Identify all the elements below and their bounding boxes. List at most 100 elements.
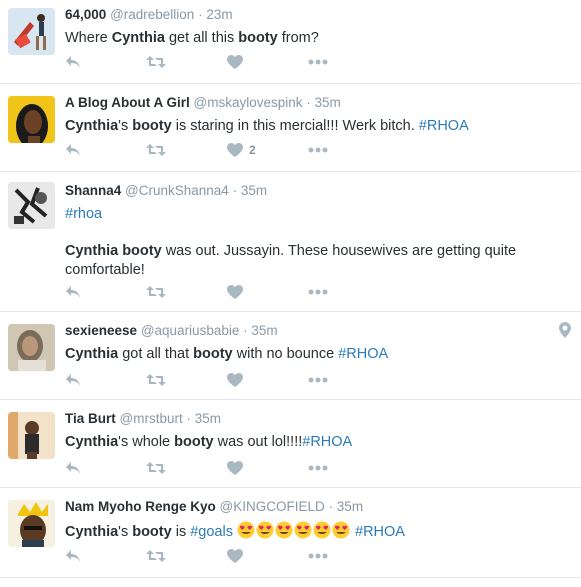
separator: · bbox=[186, 411, 192, 426]
timestamp[interactable]: 35m bbox=[241, 183, 267, 198]
reply-button[interactable] bbox=[65, 461, 146, 475]
avatar-image bbox=[8, 182, 55, 229]
username[interactable]: @mrstburt bbox=[120, 411, 183, 426]
more-button[interactable] bbox=[308, 59, 389, 65]
avatar[interactable] bbox=[8, 182, 55, 229]
avatar-image bbox=[8, 8, 55, 55]
retweet-button[interactable] bbox=[146, 373, 227, 387]
reply-button[interactable] bbox=[65, 285, 146, 299]
tweet-actions: 2 bbox=[65, 142, 389, 158]
reply-icon bbox=[65, 55, 81, 69]
avatar[interactable] bbox=[8, 8, 55, 55]
more-dots-icon bbox=[308, 465, 328, 471]
reply-button[interactable] bbox=[65, 549, 146, 563]
more-button[interactable] bbox=[308, 377, 389, 383]
tweet-text-start: Cynthia's booty is #goals bbox=[65, 524, 237, 540]
like-count: 2 bbox=[249, 143, 256, 157]
tweet-header: sexieneese @aquariusbabie · 35m bbox=[65, 322, 561, 340]
timestamp[interactable]: 35m bbox=[195, 411, 221, 426]
tweet[interactable]: Nam Myoho Renge Kyo @KINGCOFIELD · 35m C… bbox=[0, 488, 581, 578]
separator: · bbox=[232, 183, 238, 198]
tweet-actions bbox=[65, 460, 389, 476]
highlighted-term: Cynthia bbox=[65, 243, 119, 259]
tweet[interactable]: 64,000 @radrebellion · 23m Where Cynthia… bbox=[0, 0, 581, 84]
like-button[interactable] bbox=[227, 549, 308, 563]
more-button[interactable] bbox=[308, 289, 389, 295]
display-name[interactable]: Tia Burt bbox=[65, 411, 116, 426]
timestamp[interactable]: 35m bbox=[337, 499, 363, 514]
display-name[interactable]: Shanna4 bbox=[65, 183, 121, 198]
username[interactable]: @KINGCOFIELD bbox=[220, 499, 325, 514]
heart-eyes-emoji bbox=[294, 521, 312, 539]
retweet-icon bbox=[146, 55, 166, 69]
text-segment: with no bounce bbox=[232, 346, 339, 362]
display-name[interactable]: A Blog About A Girl bbox=[65, 95, 190, 110]
display-name[interactable]: Nam Myoho Renge Kyo bbox=[65, 499, 216, 514]
heart-icon bbox=[227, 143, 243, 157]
reply-button[interactable] bbox=[65, 143, 146, 157]
avatar-image bbox=[8, 500, 55, 547]
timestamp[interactable]: 35m bbox=[251, 323, 277, 338]
tweet-text: Where Cynthia get all this booty from? bbox=[65, 29, 561, 48]
heart-eyes-emoji bbox=[332, 521, 350, 539]
hashtag-link[interactable]: #RHOA bbox=[302, 434, 352, 450]
heart-eyes-emoji bbox=[275, 521, 293, 539]
highlighted-term: Cynthia bbox=[111, 30, 165, 46]
display-name[interactable]: sexieneese bbox=[65, 323, 137, 338]
like-button[interactable] bbox=[227, 373, 308, 387]
more-dots-icon bbox=[308, 289, 328, 295]
username[interactable]: @CrunkShanna4 bbox=[125, 183, 229, 198]
more-button[interactable] bbox=[308, 553, 389, 559]
username[interactable]: @aquariusbabie bbox=[141, 323, 240, 338]
more-button[interactable] bbox=[308, 147, 389, 153]
heart-eyes-emoji bbox=[313, 521, 331, 539]
hashtag-link[interactable]: #RHOA bbox=[419, 118, 469, 134]
text-segment: Where bbox=[65, 30, 112, 46]
highlighted-term: booty bbox=[238, 30, 278, 46]
tweet-text: #rhoa bbox=[65, 205, 561, 224]
hashtag-link[interactable]: #RHOA bbox=[338, 346, 388, 362]
more-button[interactable] bbox=[308, 465, 389, 471]
avatar-image bbox=[8, 96, 55, 143]
reply-icon bbox=[65, 143, 81, 157]
like-button[interactable] bbox=[227, 55, 308, 69]
tweet[interactable]: A Blog About A Girl @mskaylovespink · 35… bbox=[0, 84, 581, 172]
highlighted-term: booty bbox=[132, 524, 172, 540]
like-button[interactable]: 2 bbox=[227, 143, 308, 157]
timestamp[interactable]: 23m bbox=[206, 7, 232, 22]
avatar[interactable] bbox=[8, 500, 55, 547]
tweet[interactable]: Tia Burt @mrstburt · 35m Cynthia's whole… bbox=[0, 400, 581, 488]
timestamp[interactable]: 35m bbox=[315, 95, 341, 110]
retweet-button[interactable] bbox=[146, 549, 227, 563]
retweet-button[interactable] bbox=[146, 55, 227, 69]
text-segment: is bbox=[171, 524, 191, 540]
username[interactable]: @mskaylovespink bbox=[194, 95, 303, 110]
tweet[interactable]: Shanna4 @CrunkShanna4 · 35m #rhoa Cynthi… bbox=[0, 172, 581, 312]
username[interactable]: @radrebellion bbox=[110, 7, 194, 22]
text-segment: is staring in this mercial!!! Werk bitch… bbox=[171, 118, 419, 134]
separator: · bbox=[243, 323, 248, 338]
retweet-button[interactable] bbox=[146, 461, 227, 475]
avatar[interactable] bbox=[8, 412, 55, 459]
like-button[interactable] bbox=[227, 285, 308, 299]
retweet-button[interactable] bbox=[146, 143, 227, 157]
text-segment: from? bbox=[277, 30, 319, 46]
location-pin-icon[interactable] bbox=[559, 322, 571, 343]
avatar-image bbox=[8, 324, 55, 371]
tweet-actions bbox=[65, 372, 389, 388]
hashtag-link[interactable]: #RHOA bbox=[355, 524, 405, 540]
tweet[interactable]: sexieneese @aquariusbabie · 35m Cynthia … bbox=[0, 312, 581, 400]
reply-button[interactable] bbox=[65, 55, 146, 69]
hashtag-link[interactable]: #rhoa bbox=[65, 206, 102, 222]
reply-button[interactable] bbox=[65, 373, 146, 387]
avatar[interactable] bbox=[8, 96, 55, 143]
hashtag-link[interactable]: #goals bbox=[190, 524, 233, 540]
retweet-icon bbox=[146, 461, 166, 475]
reply-icon bbox=[65, 549, 81, 563]
display-name[interactable]: 64,000 bbox=[65, 7, 106, 22]
avatar[interactable] bbox=[8, 324, 55, 371]
like-button[interactable] bbox=[227, 461, 308, 475]
heart-eyes-emoji bbox=[256, 521, 274, 539]
retweet-button[interactable] bbox=[146, 285, 227, 299]
separator: · bbox=[328, 499, 334, 514]
